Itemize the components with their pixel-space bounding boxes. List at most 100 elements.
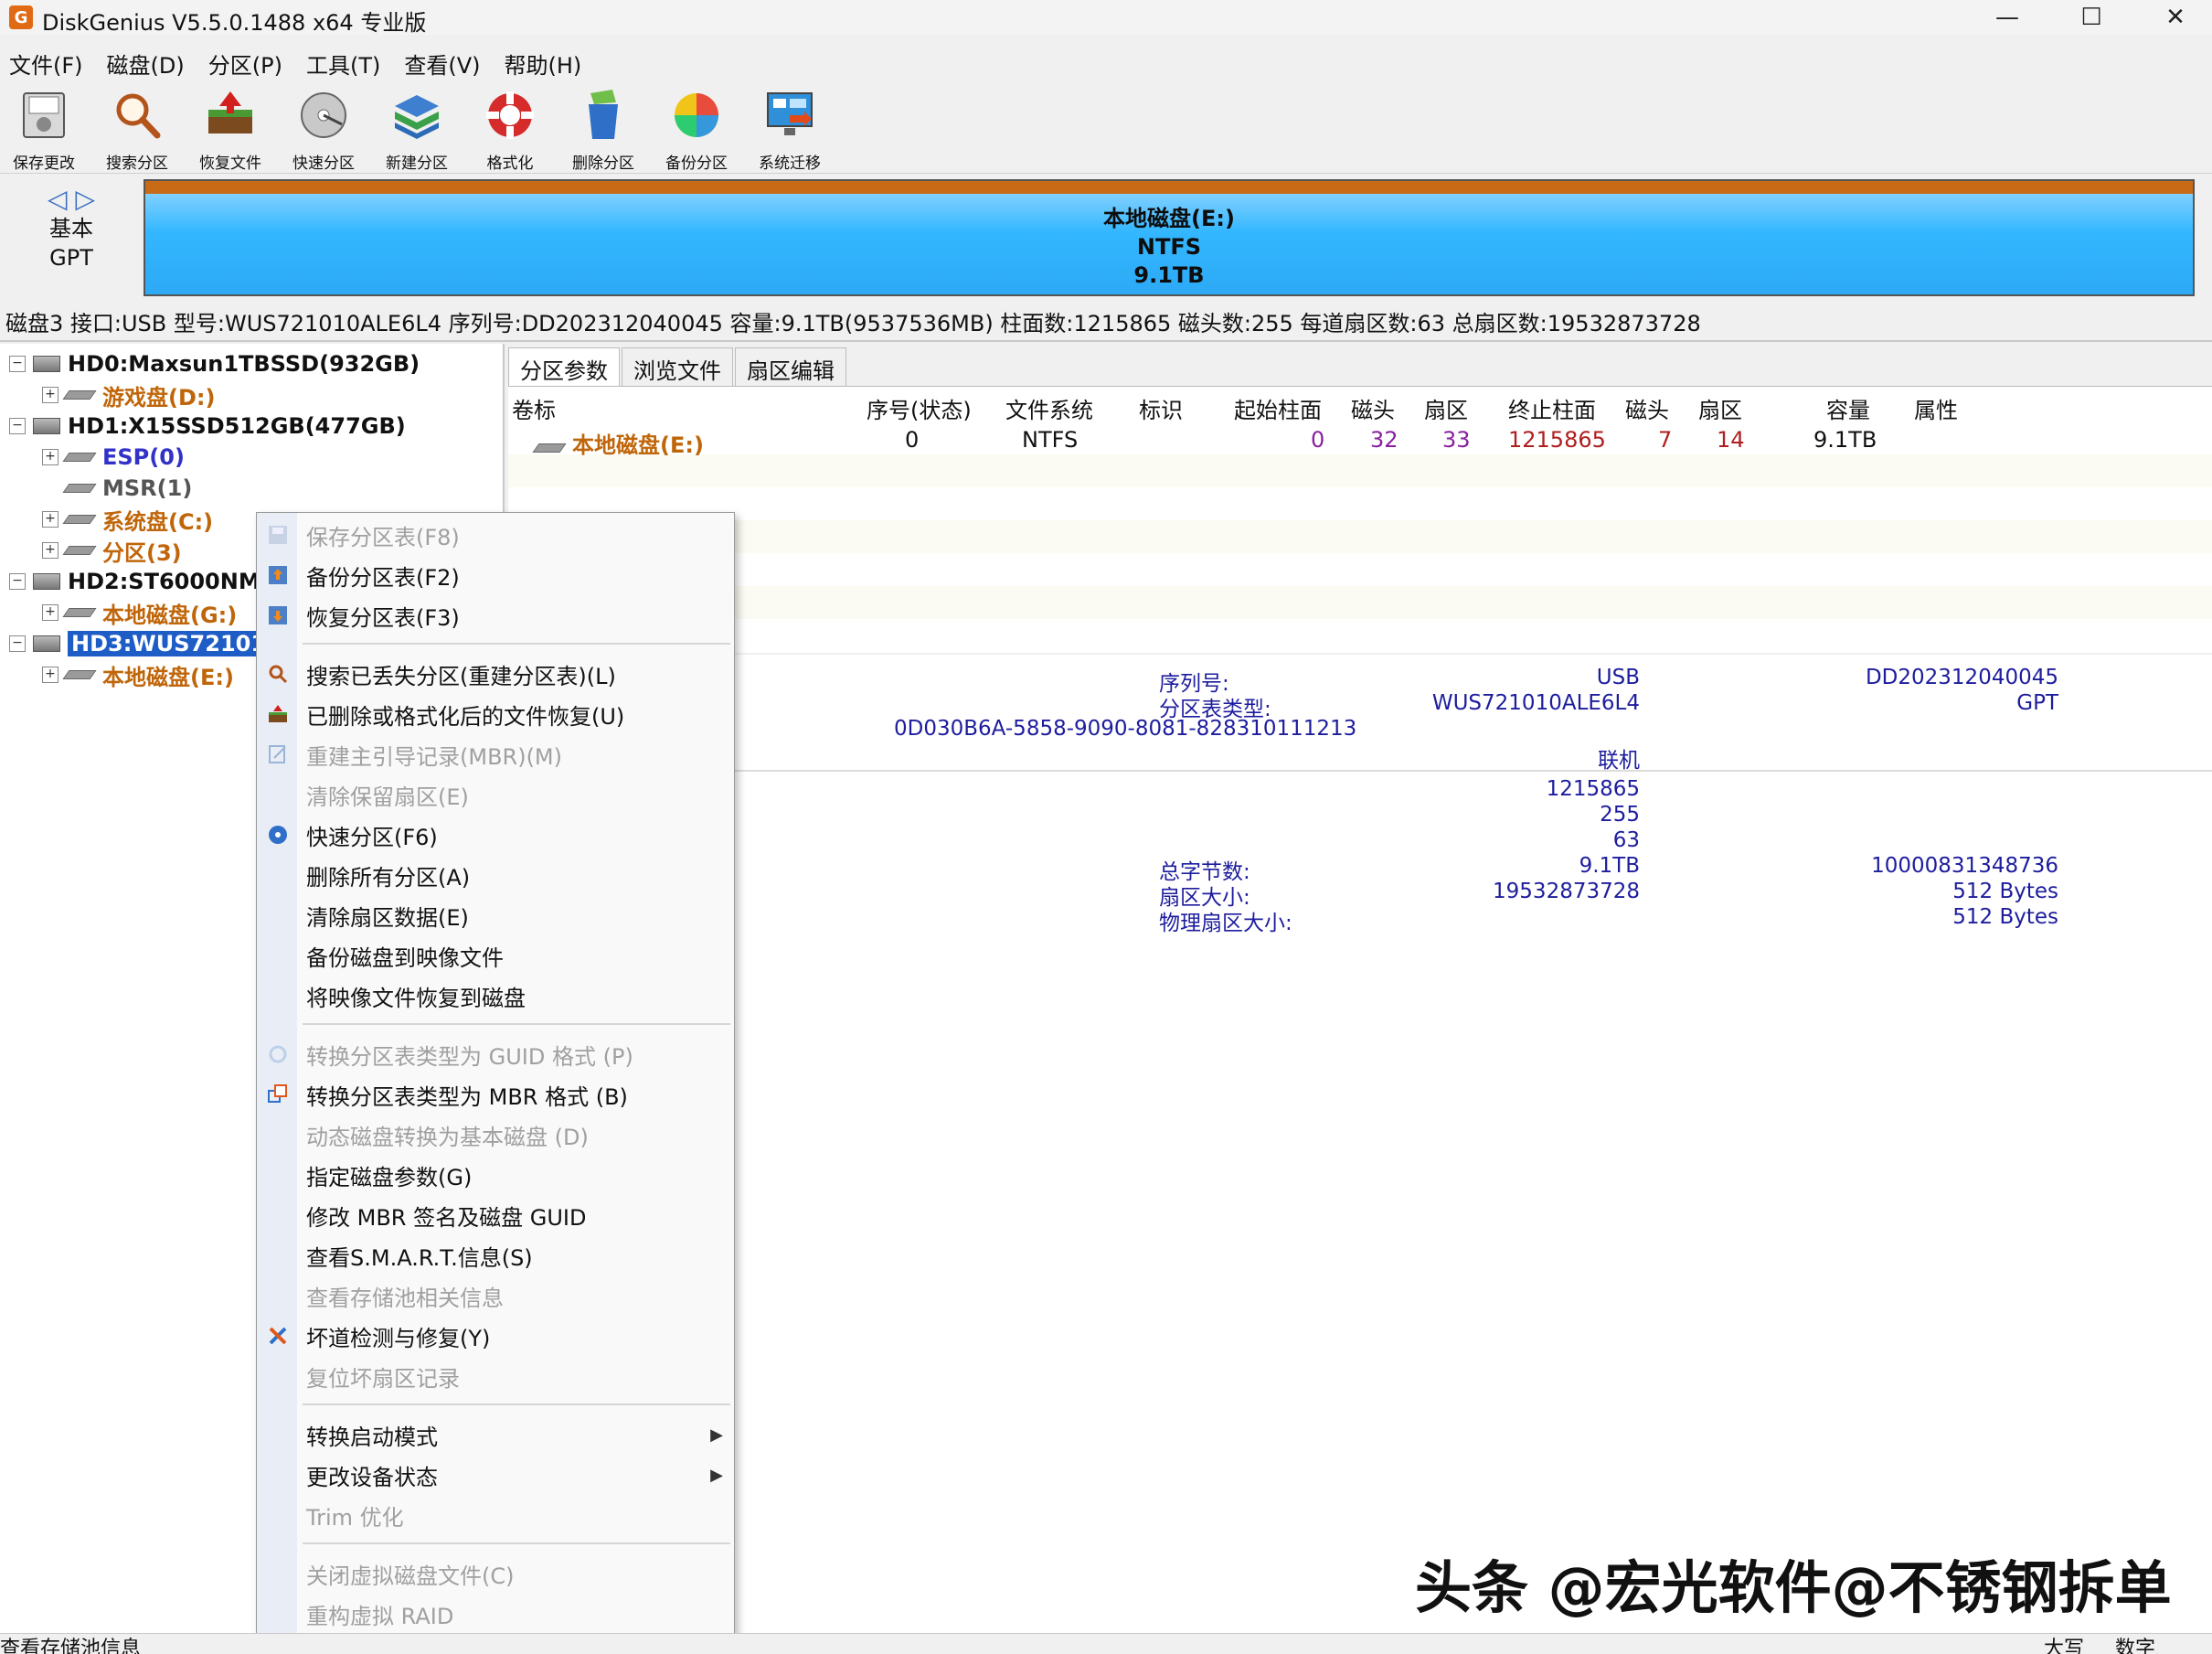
expand-icon[interactable]: +	[42, 667, 58, 683]
tree-partition-3[interactable]: + 分区(3)	[42, 536, 182, 566]
column-header[interactable]: 扇区	[1424, 392, 1468, 424]
minimize-button[interactable]: —	[1965, 0, 2049, 35]
collapse-icon[interactable]: −	[9, 418, 26, 434]
column-header[interactable]: 起始柱面	[1234, 392, 1322, 424]
tab-sector-editor[interactable]: 扇区编辑	[735, 347, 846, 386]
menu-restore-partition-table[interactable]: 恢复分区表(F3)	[257, 597, 736, 634]
collapse-icon[interactable]: −	[9, 573, 26, 590]
collapse-icon[interactable]: −	[9, 356, 26, 372]
tab-partition-params[interactable]: 分区参数	[508, 347, 620, 386]
menu-tools[interactable]: 工具(T)	[306, 44, 380, 80]
menu-quick-partition[interactable]: 快速分区(F6)	[257, 816, 736, 853]
menu-modify-mbr-signature[interactable]: 修改 MBR 签名及磁盘 GUID	[257, 1197, 736, 1233]
tree-partition-e[interactable]: + 本地磁盘(E:)	[42, 660, 234, 690]
table-cell-label[interactable]: 本地磁盘(E:)	[532, 427, 704, 459]
column-header[interactable]: 序号(状态)	[867, 392, 972, 424]
table-cell: 1215865	[1508, 427, 1606, 453]
menu-convert-to-mbr[interactable]: 转换分区表类型为 MBR 格式 (B)	[257, 1076, 736, 1113]
menu-dynamic-to-basic[interactable]: 动态磁盘转换为基本磁盘 (D)	[257, 1116, 736, 1153]
menu-restore-image-to-disk[interactable]: 将映像文件恢复到磁盘	[257, 977, 736, 1014]
menu-convert-to-guid[interactable]: 转换分区表类型为 GUID 格式 (P)	[257, 1036, 736, 1072]
tree-partition-g[interactable]: + 本地磁盘(G:)	[42, 598, 237, 628]
menu-file-recovery[interactable]: 已删除或格式化后的文件恢复(U)	[257, 696, 736, 732]
backup-partition-button[interactable]: 备份分区	[653, 88, 740, 173]
menu-close-virtual-disk[interactable]: 关闭虚拟磁盘文件(C)	[257, 1555, 736, 1592]
menu-search-lost-partitions[interactable]: 搜索已丢失分区(重建分区表)(L)	[257, 656, 736, 692]
recover-icon	[264, 700, 292, 728]
menu-partition[interactable]: 分区(P)	[208, 44, 282, 80]
status-num: 数字	[2115, 1638, 2156, 1654]
tree-label: 游戏盘(D:)	[102, 384, 216, 411]
column-header[interactable]: 卷标	[512, 392, 556, 424]
column-header[interactable]: 磁头	[1625, 392, 1669, 424]
menu-set-disk-params[interactable]: 指定磁盘参数(G)	[257, 1157, 736, 1193]
menu-view-smart[interactable]: 查看S.M.A.R.T.信息(S)	[257, 1237, 736, 1274]
menu-trim-optimize[interactable]: Trim 优化	[257, 1497, 736, 1533]
expand-icon[interactable]: +	[42, 604, 58, 621]
expand-icon[interactable]: +	[42, 449, 58, 465]
menu-view-storage-pool[interactable]: 查看存储池相关信息	[257, 1277, 736, 1314]
column-header[interactable]: 扇区	[1698, 392, 1742, 424]
expand-icon[interactable]: +	[42, 511, 58, 528]
menu-label: 清除保留扇区(E)	[306, 784, 469, 810]
maximize-button[interactable]: ☐	[2049, 0, 2133, 35]
format-button[interactable]: 格式化	[466, 88, 554, 173]
column-header[interactable]: 终止柱面	[1508, 392, 1596, 424]
disc-icon	[301, 92, 346, 138]
menu-help[interactable]: 帮助(H)	[505, 44, 582, 80]
menu-clear-sector-data[interactable]: 清除扇区数据(E)	[257, 897, 736, 934]
menu-convert-boot-mode[interactable]: 转换启动模式 ▶	[257, 1416, 736, 1453]
new-partition-button[interactable]: 新建分区	[373, 88, 461, 173]
menu-view[interactable]: 查看(V)	[404, 44, 480, 80]
menu-file[interactable]: 文件(F)	[9, 44, 83, 80]
restore-table-icon	[264, 602, 292, 629]
menu-clear-reserved-sectors[interactable]: 清除保留扇区(E)	[257, 776, 736, 813]
delete-partition-button[interactable]: 删除分区	[559, 88, 647, 173]
expand-icon[interactable]: +	[42, 542, 58, 559]
quick-partition-button[interactable]: 快速分区	[280, 88, 367, 173]
tree-disk-hd2[interactable]: − HD2:ST6000NM0	[9, 567, 275, 596]
copy-icon	[264, 1081, 292, 1108]
menu-backup-partition-table[interactable]: 备份分区表(F2)	[257, 557, 736, 593]
detail-phys-sector-label: 物理扇区大小:	[1159, 912, 1292, 935]
tree-partition-c[interactable]: + 系统盘(C:)	[42, 505, 213, 535]
tree-disk-hd1[interactable]: − HD1:X15SSD512GB(477GB)	[9, 411, 406, 441]
disk-info-line: 磁盘3 接口:USB 型号:WUS721010ALE6L4 序列号:DD2023…	[5, 311, 1701, 336]
tree-disk-hd0[interactable]: − HD0:Maxsun1TBSSD(932GB)	[9, 349, 420, 379]
system-migration-button[interactable]: 系统迁移	[746, 88, 834, 173]
menu-delete-all-partitions[interactable]: 删除所有分区(A)	[257, 857, 736, 893]
menu-save-partition-table[interactable]: 保存分区表(F8)	[257, 517, 736, 553]
column-header[interactable]: 标识	[1139, 392, 1183, 424]
disk-map-bar[interactable]: 本地磁盘(E:) NTFS 9.1TB	[144, 179, 2195, 296]
collapse-icon[interactable]: −	[9, 635, 26, 652]
toolbar-label: 备份分区	[665, 155, 728, 173]
column-header[interactable]: 磁头	[1351, 392, 1395, 424]
table-cell: 33	[1442, 427, 1471, 453]
menu-backup-disk-image[interactable]: 备份磁盘到映像文件	[257, 937, 736, 974]
menu-label: 转换分区表类型为 GUID 格式 (P)	[306, 1043, 633, 1070]
tree-disk-hd3[interactable]: − HD3:WUS721010	[9, 629, 285, 658]
menu-rebuild-mbr[interactable]: 重建主引导记录(MBR)(M)	[257, 736, 736, 773]
column-header[interactable]: 属性	[1914, 392, 1958, 424]
status-bar: 查看存储池信息 大写 数字	[0, 1633, 2212, 1654]
save-changes-button[interactable]: 保存更改	[0, 88, 88, 173]
search-partition-button[interactable]: 搜索分区	[93, 88, 181, 173]
toolbar-label: 恢复文件	[199, 155, 261, 173]
expand-icon[interactable]: +	[42, 387, 58, 403]
menu-rebuild-virtual-raid[interactable]: 重构虚拟 RAID	[257, 1595, 736, 1632]
column-header[interactable]: 文件系统	[1005, 392, 1093, 424]
tree-partition-d[interactable]: + 游戏盘(D:)	[42, 380, 216, 411]
menu-reset-bad-sectors[interactable]: 复位坏扇区记录	[257, 1358, 736, 1394]
disk-nav-arrows[interactable]: ◁ ▷	[0, 184, 143, 214]
tree-partition-esp[interactable]: + ESP(0)	[42, 443, 185, 472]
recover-files-button[interactable]: 恢复文件	[186, 88, 274, 173]
tab-browse-files[interactable]: 浏览文件	[622, 347, 733, 386]
column-header[interactable]: 容量	[1826, 392, 1870, 424]
menu-disk[interactable]: 磁盘(D)	[107, 44, 185, 80]
detail-sector-size: 512 Bytes	[1952, 880, 2058, 903]
menu-change-device-state[interactable]: 更改设备状态 ▶	[257, 1457, 736, 1493]
menu-label: 清除扇区数据(E)	[306, 904, 469, 931]
menu-bad-sector-check[interactable]: 坏道检测与修复(Y)	[257, 1318, 736, 1354]
tree-partition-msr[interactable]: MSR(1)	[62, 474, 192, 503]
close-button[interactable]: ✕	[2133, 0, 2212, 35]
